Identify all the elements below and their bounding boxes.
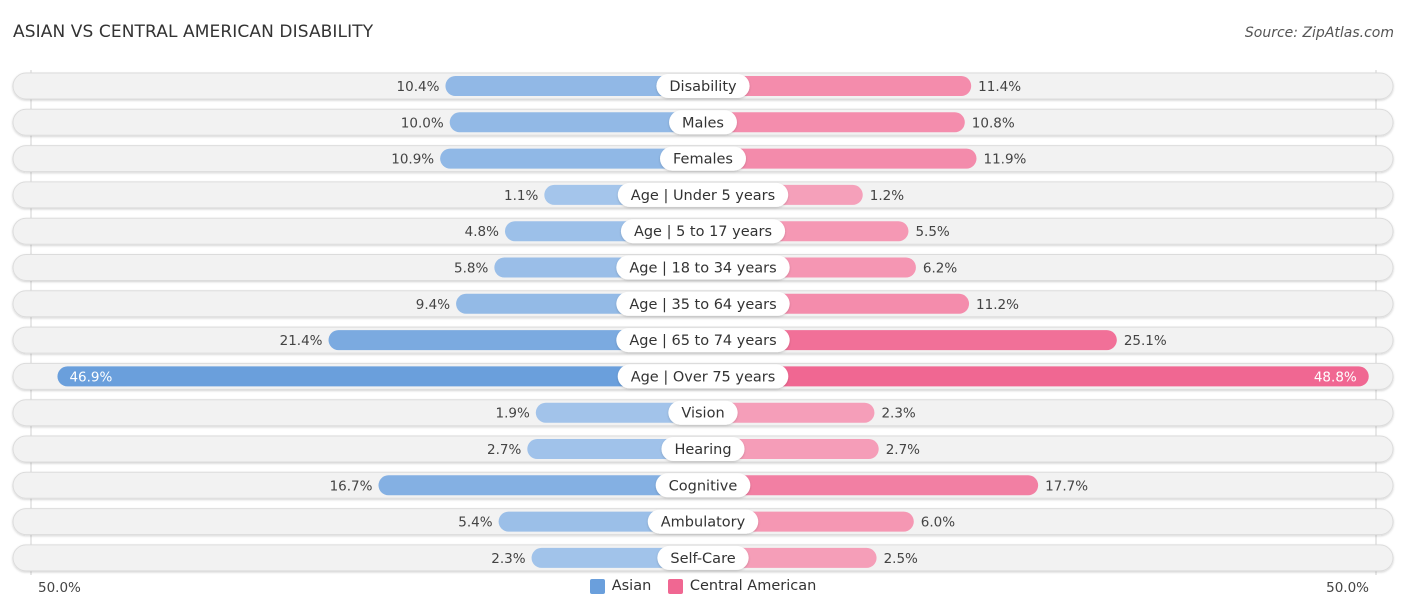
category-label: Age | Under 5 years <box>631 188 775 204</box>
value-label-central-american: 6.0% <box>921 515 955 531</box>
bar-central-american <box>703 366 1369 387</box>
category-label: Age | Over 75 years <box>631 369 776 385</box>
bar-row: 4.8% 5.5% Age | 5 to 17 years <box>12 217 1394 245</box>
category-label: Age | 65 to 74 years <box>629 333 776 349</box>
category-label: Vision <box>681 406 724 422</box>
value-label-asian: 1.9% <box>495 406 529 422</box>
bar-row: 2.3% 2.5% Self-Care <box>12 544 1394 572</box>
value-label-central-american: 17.7% <box>1045 478 1088 494</box>
value-label-central-american: 11.4% <box>978 79 1021 95</box>
bar-row: 10.9% 11.9% Females <box>12 145 1394 173</box>
legend-label-asian: Asian <box>611 578 652 594</box>
value-label-central-american: 6.2% <box>923 261 957 277</box>
value-label-asian: 10.0% <box>401 115 444 131</box>
bar-row: 46.9% 48.8% Age | Over 75 years <box>12 362 1394 390</box>
bar-row: 16.7% 17.7% Cognitive <box>12 471 1394 499</box>
value-label-asian: 2.3% <box>491 551 525 567</box>
category-label: Disability <box>669 79 737 95</box>
value-label-asian: 21.4% <box>280 333 323 349</box>
value-label-central-american: 48.8% <box>1314 369 1357 385</box>
value-label-asian: 10.4% <box>397 79 440 95</box>
category-label: Age | 35 to 64 years <box>629 297 776 313</box>
legend-item-asian[interactable]: Asian <box>589 578 652 594</box>
category-label: Ambulatory <box>661 515 746 531</box>
value-label-central-american: 11.9% <box>983 152 1026 168</box>
category-label: Age | 18 to 34 years <box>629 261 776 277</box>
category-label: Hearing <box>674 442 731 458</box>
bar-row: 9.4% 11.2% Age | 35 to 64 years <box>12 290 1394 318</box>
value-label-asian: 46.9% <box>69 369 112 385</box>
value-label-central-american: 1.2% <box>870 188 904 204</box>
category-label: Females <box>673 152 733 168</box>
category-label: Age | 5 to 17 years <box>634 224 772 240</box>
value-label-central-american: 2.3% <box>881 406 915 422</box>
bar-asian <box>57 366 703 387</box>
legend-swatch-asian <box>589 578 605 594</box>
value-label-central-american: 2.7% <box>886 442 920 458</box>
value-label-asian: 10.9% <box>391 152 434 168</box>
bar-row: 5.4% 6.0% Ambulatory <box>12 508 1394 536</box>
diverging-bar-chart: 10.4% 11.4% Disability 10.0% 10.8% Males 10.9%… <box>12 70 1394 575</box>
value-label-asian: 5.4% <box>458 515 492 531</box>
bar-row: 10.0% 10.8% Males <box>12 108 1394 136</box>
bar-asian <box>378 475 703 496</box>
bar-central-american <box>703 475 1039 496</box>
bar-asian <box>449 112 703 133</box>
bar-central-american <box>703 112 965 133</box>
bar-row: 10.4% 11.4% Disability <box>12 72 1394 100</box>
value-label-central-american: 10.8% <box>972 115 1015 131</box>
legend-swatch-central-american <box>667 578 683 594</box>
value-label-asian: 1.1% <box>504 188 538 204</box>
legend: Asian Central American <box>0 578 1406 598</box>
category-label: Cognitive <box>669 478 738 494</box>
value-label-central-american: 25.1% <box>1124 333 1167 349</box>
bar-row: 1.9% 2.3% Vision <box>12 399 1394 427</box>
value-label-asian: 9.4% <box>416 297 450 313</box>
category-label: Self-Care <box>670 551 735 567</box>
bar-row: 2.7% 2.7% Hearing <box>12 435 1394 463</box>
value-label-asian: 5.8% <box>454 261 488 277</box>
value-label-asian: 2.7% <box>487 442 521 458</box>
bar-row: 5.8% 6.2% Age | 18 to 34 years <box>12 254 1394 281</box>
value-label-central-american: 2.5% <box>884 551 918 567</box>
value-label-asian: 4.8% <box>465 224 499 240</box>
value-label-asian: 16.7% <box>330 478 373 494</box>
value-label-central-american: 5.5% <box>915 224 949 240</box>
bar-row: 21.4% 25.1% Age | 65 to 74 years <box>12 326 1394 354</box>
legend-item-central-american[interactable]: Central American <box>667 578 817 594</box>
value-label-central-american: 11.2% <box>976 297 1019 313</box>
legend-label-central-american: Central American <box>689 578 817 594</box>
bar-row: 1.1% 1.2% Age | Under 5 years <box>12 181 1394 209</box>
category-label: Males <box>682 115 724 131</box>
